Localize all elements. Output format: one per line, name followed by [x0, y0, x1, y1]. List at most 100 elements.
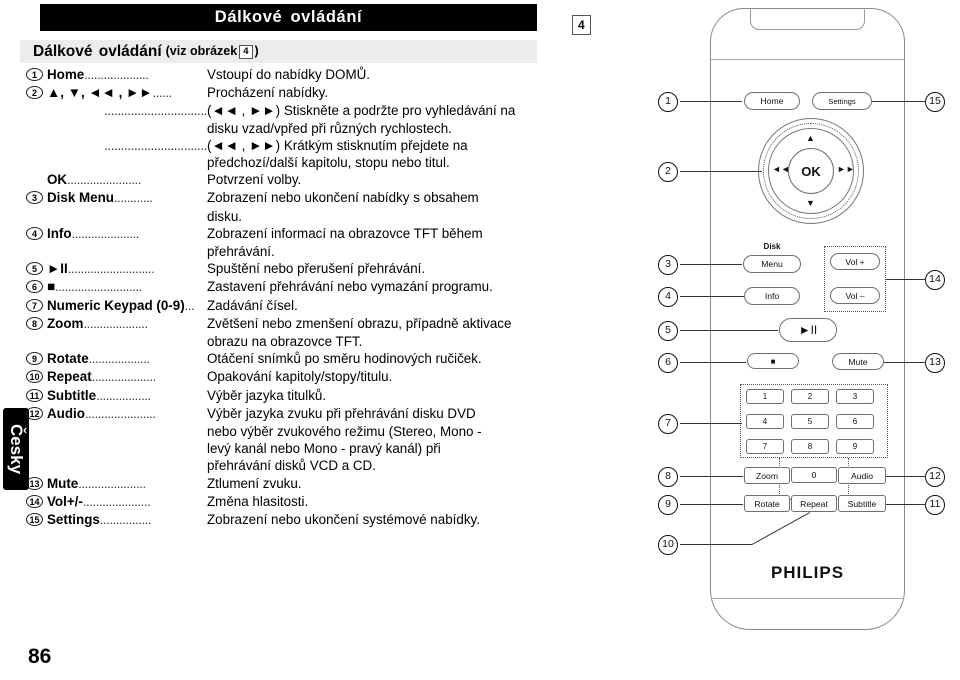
remote-button-zero[interactable]: 0	[791, 467, 837, 483]
remote-button-subtitle[interactable]: Subtitle	[838, 495, 886, 512]
function-item-description: Ztlumení zvuku.	[207, 475, 302, 491]
function-item-number: 6	[26, 280, 43, 294]
continuation-text: přehrávání.	[207, 244, 275, 260]
function-item-description: Spuštění nebo přerušení přehrávání.	[207, 261, 426, 277]
callout-marker-2: 2	[658, 162, 678, 182]
ir-window	[750, 8, 865, 30]
function-item-label: ►II	[47, 261, 68, 277]
remote-numeric-key-2[interactable]: 2	[791, 389, 829, 404]
callout-leader-line-6	[680, 362, 746, 363]
callout-leader-line-14	[886, 279, 926, 280]
remote-button-zoom[interactable]: Zoom	[744, 467, 790, 484]
continuation-leader	[26, 154, 207, 171]
function-list-item: 13 Mute..................... Ztlumení zvuk…	[26, 475, 538, 492]
function-item-leader: .....................	[71, 225, 140, 241]
remote-button-mute[interactable]: Mute	[832, 353, 884, 370]
disk-menu-upper-label: Disk	[763, 242, 781, 251]
function-item-continuation: obrazu na obrazovce TFT.	[26, 333, 538, 350]
function-item-leader: ....................	[91, 369, 157, 385]
function-item-description: Vstoupí do nabídky DOMŮ.	[207, 67, 370, 82]
callout-leader-line-3	[680, 264, 742, 265]
function-item-leader: ......	[152, 85, 173, 101]
function-item-number	[26, 173, 43, 186]
function-item-leader: ....................	[83, 315, 148, 331]
function-item-label: OK	[47, 172, 68, 188]
callout-leader-line-4	[680, 296, 744, 297]
function-item-leader: ...	[184, 297, 195, 313]
figure-ref-open: (viz obrázek	[165, 44, 238, 58]
function-item-continuation: přehrávání.	[26, 243, 538, 260]
remote-button-disk-menu[interactable]: Menu	[743, 255, 801, 273]
function-item-leader: .......................	[67, 172, 141, 188]
remote-numeric-key-4[interactable]: 4	[746, 414, 784, 429]
callout-marker-14: 14	[925, 270, 945, 290]
remote-numeric-key-8[interactable]: 8	[791, 439, 829, 454]
function-item-number: 12	[26, 406, 43, 420]
remote-button-volume-up[interactable]: Vol +	[830, 253, 880, 270]
callout-marker-8: 8	[658, 467, 678, 487]
figure-number-marker: 4	[572, 15, 591, 35]
continuation-leader	[26, 243, 207, 260]
remote-numeric-key-7[interactable]: 7	[746, 439, 784, 454]
continuation-text: přehrávání disků VCD a CD.	[207, 458, 376, 474]
function-item-description: Výběr jazyka zvuku při přehrávání disku …	[207, 405, 476, 421]
remote-numeric-key-3[interactable]: 3	[836, 389, 874, 404]
callout-marker-6: 6	[658, 353, 678, 373]
function-item-leader: .................	[96, 387, 151, 403]
function-item-description: Zastavení přehrávání nebo vymazání progr…	[207, 279, 493, 295]
function-item-continuation: předchozí/další kapitolu, stopu nebo tit…	[26, 154, 538, 171]
remote-button-home[interactable]: Home	[744, 92, 800, 110]
remote-numeric-key-6[interactable]: 6	[836, 414, 874, 429]
nav-up-icon[interactable]: ▲	[806, 134, 815, 143]
navigation-ring[interactable]: ▲ ▼ ◄◄ ►► OK	[758, 118, 864, 224]
function-item-label: Mute	[47, 475, 79, 491]
function-item-leader: ...........................	[67, 261, 155, 277]
callout-marker-7: 7	[658, 414, 678, 434]
function-list-item: 15 Settings................ Zobrazení nebo…	[26, 511, 538, 528]
function-item-description: Zobrazení informací na obrazovce TFT běh…	[207, 225, 483, 241]
function-item-number: 1	[26, 68, 43, 81]
continuation-text: obrazu na obrazovce TFT.	[207, 334, 363, 350]
function-item-label: ▲, ▼, ◄◄ , ►►	[47, 85, 153, 101]
function-item-continuation: levý kanál nebo Mono - pravý kanál) při	[26, 440, 538, 457]
callout-marker-10: 10	[658, 535, 678, 555]
remote-button-ok[interactable]: OK	[788, 148, 834, 194]
remote-button-stop[interactable]: ■	[747, 353, 799, 369]
remote-numeric-key-1[interactable]: 1	[746, 389, 784, 404]
function-list-item: 7 Numeric Keypad (0-9)... Zadávání čísel.	[26, 297, 538, 314]
remote-button-settings[interactable]: Settings	[812, 92, 872, 110]
function-item-number: 8	[26, 316, 43, 330]
remote-button-info[interactable]: Info	[744, 287, 800, 305]
remote-numeric-key-9[interactable]: 9	[836, 439, 874, 454]
nav-next-icon[interactable]: ►►	[837, 165, 855, 174]
continuation-leader	[26, 120, 207, 137]
remote-button-repeat[interactable]: Repeat	[791, 495, 837, 512]
remote-button-audio[interactable]: Audio	[838, 467, 886, 484]
function-item-description: Otáčení snímků po směru hodinových ručič…	[207, 351, 482, 367]
function-item-number: 9	[26, 352, 43, 366]
function-list-item: 11 Subtitle................. Výběr jazyka …	[26, 387, 538, 404]
callout-leader-line-7	[680, 423, 742, 424]
continuation-text: nebo výběr zvukového režimu (Stereo, Mon…	[207, 424, 482, 440]
remote-button-rotate[interactable]: Rotate	[744, 495, 790, 512]
continuation-text: disku vzad/vpřed při různých rychlostech…	[207, 120, 452, 136]
callout-leader-line-2	[680, 171, 762, 172]
function-item-leader: ......................	[84, 405, 156, 421]
callout-marker-5: 5	[658, 321, 678, 341]
function-list-item: 3 Disk Menu............ Zobrazení nebo uko…	[26, 189, 538, 206]
continuation-text: (◄◄ , ►►) Krátkým stisknutím přejdete na	[207, 137, 468, 153]
remote-button-play-pause[interactable]: ►II	[779, 318, 837, 342]
remote-numeric-key-5[interactable]: 5	[791, 414, 829, 429]
callout-leader-line-5	[680, 330, 778, 331]
function-list-item: 6 ■........................... Zastavení p…	[26, 278, 538, 295]
continuation-leader	[26, 440, 207, 457]
page-header-banner: Dálkové ovládání	[40, 4, 537, 31]
philips-brand-logo: PHILIPS	[770, 563, 845, 582]
function-item-number: 14	[26, 494, 43, 508]
function-item-label: Vol+/-	[47, 493, 83, 509]
function-list-item: 12 Audio...................... Výběr jazyk…	[26, 405, 538, 422]
remote-button-volume-down[interactable]: Vol –	[830, 287, 880, 304]
nav-down-icon[interactable]: ▼	[806, 199, 815, 208]
continuation-text: levý kanál nebo Mono - pravý kanál) při	[207, 441, 441, 457]
remote-control-diagram: Home Settings ▲ ▼ ◄◄ ►► OK Disk Menu Inf…	[640, 0, 960, 680]
